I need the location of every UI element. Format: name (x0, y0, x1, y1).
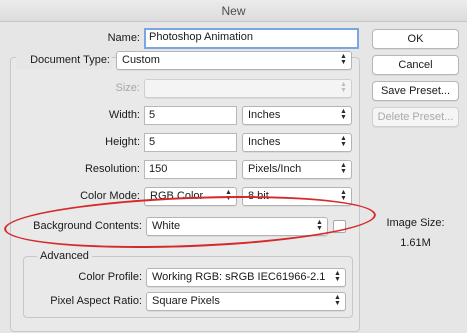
background-color-swatch[interactable] (333, 220, 346, 233)
updown-arrows-icon: ▲ ▼ (340, 189, 347, 202)
width-unit-select[interactable]: Inches ▲ ▼ (242, 106, 352, 125)
height-label: Height: (105, 136, 140, 148)
updown-arrows-icon: ▲ ▼ (225, 189, 232, 202)
size-label: Size: (115, 82, 140, 94)
updown-arrows-icon: ▲ ▼ (340, 108, 347, 121)
height-unit-value: Inches (248, 136, 281, 148)
name-label: Name: (107, 32, 140, 44)
ok-button[interactable]: OK (372, 29, 459, 49)
name-field[interactable]: Photoshop Animation (144, 28, 359, 49)
updown-arrows-icon: ▲ ▼ (316, 219, 323, 232)
updown-arrows-icon: ▲ ▼ (334, 270, 341, 283)
bit-depth-value: 8 bit (248, 190, 269, 202)
resolution-unit-value: Pixels/Inch (248, 163, 302, 175)
color-profile-value: Working RGB: sRGB IEC61966-2.1 (152, 271, 326, 283)
height-unit-select[interactable]: Inches ▲ ▼ (242, 133, 352, 152)
image-size-label: Image Size: (386, 217, 445, 229)
pixel-aspect-ratio-select[interactable]: Square Pixels ▲ ▼ (146, 292, 346, 311)
height-field[interactable]: 5 (144, 133, 237, 152)
width-field[interactable]: 5 (144, 106, 237, 125)
updown-arrows-icon: ▲ ▼ (340, 53, 347, 66)
resolution-field[interactable]: 150 (144, 160, 237, 179)
document-type-label: Document Type: (16, 51, 112, 69)
color-profile-label: Color Profile: (78, 271, 142, 283)
bit-depth-select[interactable]: 8 bit ▲ ▼ (242, 187, 352, 206)
width-label: Width: (108, 109, 140, 121)
updown-arrows-icon: ▲ ▼ (340, 162, 347, 175)
pixel-aspect-ratio-value: Square Pixels (152, 295, 220, 307)
color-mode-select[interactable]: RGB Color ▲ ▼ (144, 187, 237, 206)
document-type-value: Custom (122, 54, 160, 66)
pixel-aspect-ratio-label: Pixel Aspect Ratio: (50, 295, 142, 307)
window-title: New (0, 0, 467, 22)
background-contents-value: White (152, 220, 181, 232)
updown-arrows-icon: ▲ ▼ (340, 135, 347, 148)
cancel-button[interactable]: Cancel (372, 55, 459, 75)
updown-arrows-icon: ▲ ▼ (334, 294, 341, 307)
image-size-value: 1.61M (400, 237, 431, 249)
document-type-select[interactable]: Custom ▲ ▼ (116, 51, 352, 70)
save-preset-button[interactable]: Save Preset... (372, 81, 459, 101)
color-mode-value: RGB Color (150, 190, 204, 202)
background-contents-label: Background Contents: (33, 220, 142, 232)
color-mode-label: Color Mode: (80, 190, 140, 202)
resolution-label: Resolution: (84, 163, 140, 175)
size-select[interactable]: ▲ ▼ (144, 79, 352, 98)
advanced-legend: Advanced (37, 250, 92, 262)
width-unit-value: Inches (248, 109, 281, 121)
color-profile-select[interactable]: Working RGB: sRGB IEC61966-2.1 ▲ ▼ (146, 268, 346, 287)
background-contents-select[interactable]: White ▲ ▼ (146, 217, 328, 236)
updown-arrows-icon: ▲ ▼ (340, 81, 347, 94)
delete-preset-button: Delete Preset... (372, 107, 459, 127)
resolution-unit-select[interactable]: Pixels/Inch ▲ ▼ (242, 160, 352, 179)
